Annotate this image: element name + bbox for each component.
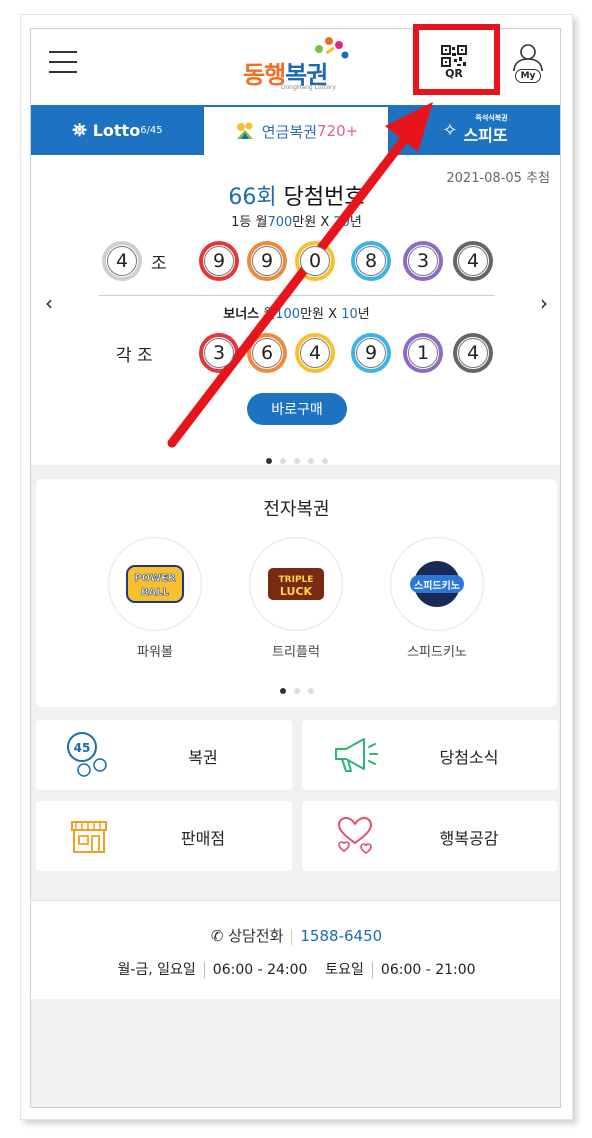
- phone-icon: ✆: [210, 927, 224, 945]
- powerball-logo-icon: POWER BALL: [126, 565, 184, 603]
- svg-text:POWER: POWER: [134, 573, 176, 584]
- donghang-logo[interactable]: 동행복권 DongHang Lottery: [243, 35, 351, 93]
- svg-text:TRIPLE: TRIPLE: [279, 575, 314, 585]
- tab-pension-sub: 720+: [317, 122, 359, 140]
- svg-text:스피드키노: 스피드키노: [414, 579, 460, 592]
- carousel-dot[interactable]: [293, 688, 300, 694]
- bonus-ball: 4: [453, 333, 493, 373]
- menu-store[interactable]: 판매점: [36, 801, 292, 871]
- speedkeno-logo-icon: 스피드키노: [410, 561, 464, 607]
- buy-now-button[interactable]: 바로구매: [247, 393, 347, 425]
- egame-speedkeno[interactable]: 스피드키노 스피드키노: [390, 537, 484, 660]
- bonus-ball: 4: [295, 333, 335, 373]
- lotto-balls-icon: 45: [67, 732, 107, 777]
- svg-text:45: 45: [74, 741, 91, 755]
- svg-text:LUCK: LUCK: [280, 585, 313, 598]
- store-icon: [71, 821, 107, 853]
- app-screen: 동행복권 DongHang Lottery QR My ⛯ Lotto 6/45…: [30, 28, 561, 1108]
- winning-ball: 4: [453, 241, 493, 281]
- tel-label: 상담전화: [228, 927, 284, 945]
- draw-result-panel: 2021-08-05 추첨 66회 당첨번호 1등 월700만원 X 20년 4…: [31, 155, 560, 468]
- carousel-dot[interactable]: [279, 688, 286, 694]
- carousel-dot[interactable]: [307, 458, 314, 464]
- menu-label: 복권: [188, 748, 218, 767]
- first-prize-info: 1등 월700만원 X 20년: [231, 215, 362, 230]
- egame-label: 트리플럭: [272, 645, 320, 660]
- winning-ball: 3: [403, 241, 443, 281]
- tab-lotto[interactable]: ⛯ Lotto 6/45: [31, 105, 204, 155]
- my-label: My: [515, 69, 541, 83]
- pension-coins-icon: [236, 122, 253, 139]
- egame-label: 스피드키노: [407, 645, 467, 660]
- winning-numbers-row: 4 조 9 9 0 8 3 4: [31, 241, 560, 283]
- bonus-ball: 6: [247, 333, 287, 373]
- draw-carousel-dots: [31, 449, 560, 468]
- tripleluck-logo-icon: TRIPLE LUCK: [268, 568, 324, 600]
- customer-center: ✆ 상담전화 1588-6450 월-금, 일요일 06:00 - 24:00 토요…: [31, 900, 560, 999]
- tab-lotto-label: Lotto: [92, 120, 141, 140]
- egames-carousel-dots: [36, 679, 557, 698]
- megaphone-icon: [335, 738, 378, 772]
- winning-ball: 9: [247, 241, 287, 281]
- bonus-numbers-row: 각 조 3 6 4 9 1 4: [31, 333, 560, 375]
- carousel-dot[interactable]: [265, 458, 272, 464]
- tab-pension-label: 연금복권: [261, 122, 317, 141]
- lottery-tabs: ⛯ Lotto 6/45 연금복권 720+ ✧ 즉석식복권 스피또: [31, 105, 560, 155]
- draw-title: 66회 당첨번호: [31, 179, 560, 211]
- tab-speetto[interactable]: ✧ 즉석식복권 스피또: [388, 105, 560, 155]
- tab-pension[interactable]: 연금복권 720+: [204, 105, 388, 155]
- menu-label: 행복공감: [439, 829, 499, 848]
- group-ball: 4: [102, 241, 142, 281]
- qr-highlight-box: [413, 24, 500, 95]
- logo-subtitle: DongHang Lottery: [281, 84, 336, 91]
- menu-icon[interactable]: [49, 51, 77, 73]
- e-lottery-title: 전자복권: [263, 499, 330, 520]
- bonus-group-label: 각 조: [116, 346, 153, 366]
- draw-title-text: 당첨번호: [283, 185, 365, 210]
- tab-speetto-label: 스피또: [463, 126, 508, 145]
- speetto-stars-icon: ✧: [442, 119, 458, 141]
- tel-number[interactable]: 1588-6450: [300, 927, 382, 945]
- winning-ball: 8: [351, 241, 391, 281]
- winning-ball: 9: [199, 241, 239, 281]
- carousel-dot[interactable]: [279, 458, 286, 464]
- menu-lottery[interactable]: 45 복권: [36, 720, 292, 790]
- menu-label: 판매점: [180, 829, 226, 848]
- bonus-ball: 1: [403, 333, 443, 373]
- menu-news[interactable]: 당첨소식: [302, 720, 558, 790]
- tab-speetto-sub: 즉석식복권: [475, 114, 508, 122]
- service-hours: 월-금, 일요일 06:00 - 24:00 토요일 06:00 - 21:00: [117, 962, 476, 978]
- bonus-prize-info: 보너스 월100만원 X 10년: [223, 307, 370, 322]
- my-page-button[interactable]: My: [511, 43, 545, 83]
- tab-lotto-sub: 6/45: [140, 124, 163, 136]
- divider: [99, 295, 495, 296]
- bonus-ball: 9: [351, 333, 391, 373]
- e-lottery-section: 전자복권 POWER BALL 파워볼 TRIPLE LUCK 트리플럭 스피드…: [36, 479, 557, 707]
- tel-info: ✆ 상담전화 1588-6450: [31, 925, 560, 946]
- carousel-dot[interactable]: [293, 458, 300, 464]
- carousel-dot[interactable]: [321, 458, 328, 464]
- bonus-ball: 3: [199, 333, 239, 373]
- svg-text:BALL: BALL: [141, 587, 170, 598]
- menu-label: 당첨소식: [439, 748, 499, 767]
- lotto-bag-icon: ⛯: [72, 119, 87, 141]
- carousel-dot[interactable]: [307, 688, 314, 694]
- menu-happy[interactable]: 행복공감: [302, 801, 558, 871]
- group-label: 조: [151, 254, 167, 274]
- draw-round: 66회: [228, 185, 277, 210]
- egame-label: 파워볼: [137, 645, 173, 660]
- egame-powerball[interactable]: POWER BALL 파워볼: [108, 537, 202, 660]
- user-icon: [513, 44, 543, 72]
- winning-ball: 0: [295, 241, 335, 281]
- egame-tripleluck[interactable]: TRIPLE LUCK 트리플럭: [249, 537, 343, 660]
- hearts-icon: [337, 816, 373, 854]
